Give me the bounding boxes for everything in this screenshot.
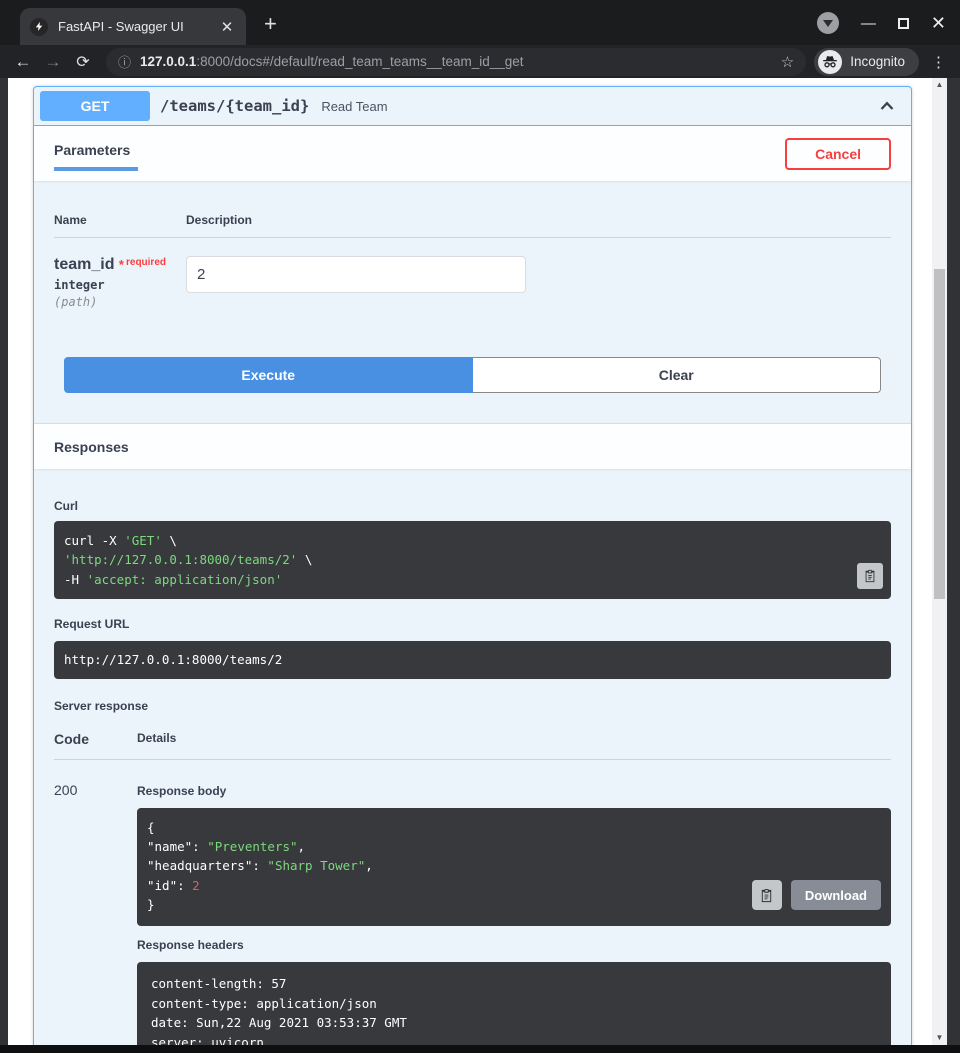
browser-toolbar: ← → ⟳ ⓘ 127.0.0.1:8000/docs#/default/rea… [0, 45, 960, 78]
clipboard-icon [863, 569, 877, 583]
code-column-header: Code [54, 731, 137, 747]
fastapi-favicon-icon [30, 18, 48, 36]
reload-icon[interactable]: ⟳ [68, 52, 98, 72]
tab-title: FastAPI - Swagger UI [58, 19, 218, 34]
url-text[interactable]: 127.0.0.1:8000/docs#/default/read_team_t… [140, 54, 773, 69]
response-headers-label: Response headers [137, 938, 891, 952]
response-headers-block: content-length: 57content-type: applicat… [137, 962, 891, 1045]
url-bar[interactable]: ⓘ 127.0.0.1:8000/docs#/default/read_team… [106, 48, 806, 76]
operation-summary: Read Team [321, 99, 387, 114]
description-column-header: Description [186, 213, 252, 227]
browser-tab[interactable]: FastAPI - Swagger UI ✕ [20, 8, 246, 45]
cancel-button[interactable]: Cancel [785, 138, 891, 170]
response-headers-text: content-length: 57content-type: applicat… [151, 974, 881, 1045]
execute-button[interactable]: Execute [64, 357, 473, 393]
page-scrollbar[interactable]: ▲ ▼ [932, 78, 947, 1045]
curl-label: Curl [54, 499, 891, 513]
url-path: :8000/docs#/default/read_team_teams__tea… [196, 54, 523, 69]
url-host: 127.0.0.1 [140, 54, 196, 69]
forward-icon[interactable]: → [38, 52, 68, 72]
request-url-text: http://127.0.0.1:8000/teams/2 [64, 652, 282, 667]
opblock-header[interactable]: GET /teams/{team_id} Read Team [34, 87, 911, 126]
clipboard-icon [759, 888, 774, 903]
param-row-team-id: team_id *required integer (path) [54, 246, 891, 309]
param-location: (path) [54, 295, 186, 309]
details-column-header: Details [137, 731, 176, 747]
parameters-table: Name Description team_id *required integ… [34, 181, 911, 423]
tab-close-icon[interactable]: ✕ [218, 18, 236, 36]
window-bottom-edge [0, 1045, 960, 1053]
new-tab-icon[interactable]: + [264, 11, 277, 37]
responses-area: Curl curl -X 'GET' \ 'http://127.0.0.1:8… [34, 469, 911, 1045]
collapse-chevron-icon[interactable] [877, 96, 897, 116]
scrollbar-thumb[interactable] [934, 269, 945, 599]
curl-command-text: curl -X 'GET' \ 'http://127.0.0.1:8000/t… [64, 531, 851, 589]
name-column-header: Name [54, 213, 186, 227]
curl-command-block: curl -X 'GET' \ 'http://127.0.0.1:8000/t… [54, 521, 891, 599]
browser-update-icon[interactable] [817, 12, 839, 34]
response-body-block: { "name": "Preventers", "headquarters": … [137, 808, 891, 927]
required-star: * [119, 257, 124, 272]
incognito-label: Incognito [850, 54, 905, 69]
incognito-badge: Incognito [814, 48, 919, 76]
server-response-label: Server response [54, 699, 891, 713]
responses-section-header: Responses [34, 423, 911, 469]
server-response-row: 200 Response body { "name": "Preventers"… [54, 768, 891, 1046]
status-code: 200 [54, 782, 137, 1046]
window-close-icon[interactable]: ✕ [931, 14, 946, 32]
required-label: required [126, 257, 166, 268]
browser-menu-icon[interactable]: ⋮ [925, 53, 952, 71]
clear-button[interactable]: Clear [473, 357, 882, 393]
window-maximize-icon[interactable] [898, 18, 909, 29]
param-type: integer [54, 278, 186, 292]
window-right-edge [947, 78, 952, 1045]
incognito-icon [818, 50, 842, 74]
request-url-label: Request URL [54, 617, 891, 631]
request-url-block: http://127.0.0.1:8000/teams/2 [54, 641, 891, 678]
operation-path: /teams/{team_id} [160, 97, 309, 115]
responses-title: Responses [54, 439, 129, 455]
window-minimize-icon[interactable]: — [861, 16, 876, 31]
response-body-label: Response body [137, 782, 891, 798]
scrollbar-up-icon[interactable]: ▲ [932, 78, 947, 92]
tab-parameters[interactable]: Parameters [54, 136, 138, 171]
copy-curl-button[interactable] [857, 563, 883, 589]
parameters-section-header: Parameters Cancel [34, 126, 911, 181]
swagger-page: GET /teams/{team_id} Read Team Parameter… [0, 78, 932, 1045]
team-id-input[interactable] [186, 256, 526, 293]
back-icon[interactable]: ← [8, 52, 38, 72]
param-name: team_id *required [54, 256, 186, 274]
method-badge: GET [40, 91, 150, 121]
bookmark-star-icon[interactable]: ☆ [781, 53, 794, 71]
copy-response-button[interactable] [752, 880, 782, 910]
opblock-get-teams: GET /teams/{team_id} Read Team Parameter… [33, 86, 912, 1045]
site-info-icon[interactable]: ⓘ [118, 52, 131, 71]
scrollbar-down-icon[interactable]: ▼ [932, 1031, 947, 1045]
download-button[interactable]: Download [791, 880, 881, 910]
browser-tabstrip: FastAPI - Swagger UI ✕ + — ✕ [0, 0, 960, 45]
